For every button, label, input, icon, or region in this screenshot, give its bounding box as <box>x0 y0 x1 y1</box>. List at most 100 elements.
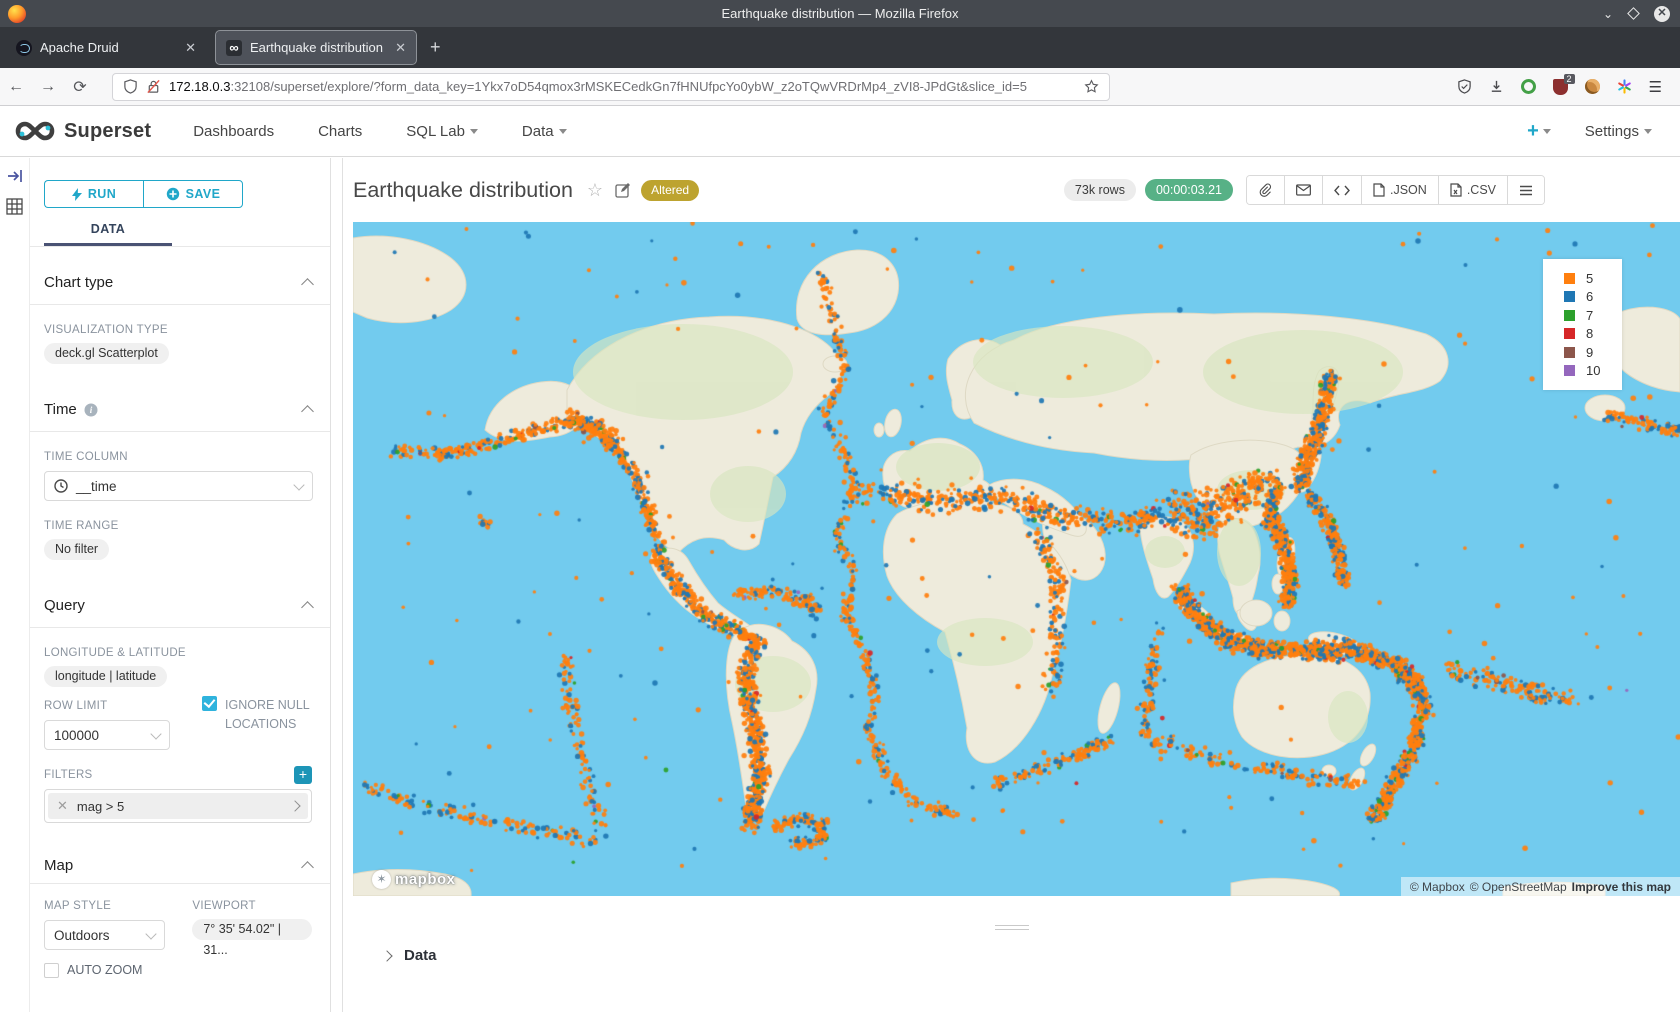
section-map[interactable]: Map <box>44 857 312 874</box>
chevron-down-icon <box>470 129 478 134</box>
map-attrib-mapbox[interactable]: © Mapbox <box>1410 880 1465 894</box>
section-time[interactable]: Time i <box>44 401 312 418</box>
save-button[interactable]: SAVE <box>143 180 243 208</box>
map-style-select[interactable]: Outdoors <box>44 920 165 950</box>
paperclip-icon <box>1258 183 1273 198</box>
filter-control: ✕ mag > 5 <box>44 789 312 823</box>
lonlat-value[interactable]: longitude | latitude <box>44 666 167 687</box>
nav-sql-lab[interactable]: SQL Lab <box>406 123 478 140</box>
explore-control-panel: RUN SAVE DATA Chart type VISUALIZATION T… <box>30 158 331 1012</box>
browser-tab-earthquake-distribution[interactable]: ∞ Earthquake distribution ✕ <box>216 31 416 64</box>
filter-chip[interactable]: ✕ mag > 5 <box>48 793 308 819</box>
nav-charts[interactable]: Charts <box>318 123 362 140</box>
viewport-value[interactable]: 7° 35' 54.02" | 31... <box>192 919 312 940</box>
earthquake-points-layer <box>353 222 1680 896</box>
back-button[interactable]: ← <box>0 78 32 96</box>
legend-item: 7 <box>1564 306 1622 325</box>
envelope-icon <box>1296 184 1311 196</box>
map-attrib-osm[interactable]: © OpenStreetMap <box>1470 880 1567 894</box>
share-link-button[interactable] <box>1247 176 1285 204</box>
embed-code-button[interactable] <box>1323 176 1362 204</box>
browser-toolbar: ← → ⟳ 172.18.0.3:32108/superset/explore/… <box>0 68 1680 106</box>
legend-item: 5 <box>1564 269 1622 288</box>
extension-colorful-icon[interactable] <box>1617 79 1632 94</box>
magnitude-legend: 5 6 7 8 9 <box>1543 259 1622 390</box>
url-bar[interactable]: 172.18.0.3:32108/superset/explore/?form_… <box>112 73 1110 101</box>
ignore-null-checkbox[interactable] <box>202 696 217 711</box>
resize-handle[interactable] <box>995 925 1029 930</box>
browser-tab-bar: Apache Druid ✕ ∞ Earthquake distribution… <box>0 27 1680 68</box>
auto-zoom-label: AUTO ZOOM <box>67 961 142 980</box>
more-options-button[interactable] <box>1508 176 1544 204</box>
filters-label: FILTERS <box>44 769 93 781</box>
run-button[interactable]: RUN <box>44 180 143 208</box>
forward-button[interactable]: → <box>32 78 64 96</box>
extension-ublock-icon[interactable]: 2 <box>1553 79 1568 95</box>
export-json-button[interactable]: .JSON <box>1362 176 1439 204</box>
url-text: 172.18.0.3:32108/superset/explore/?form_… <box>169 79 1076 94</box>
tracking-shield-icon[interactable] <box>123 79 138 94</box>
email-button[interactable] <box>1285 176 1323 204</box>
mapbox-logo[interactable]: ✶ mapbox <box>372 870 456 889</box>
file-x-icon <box>1450 183 1462 197</box>
code-icon <box>1334 185 1350 196</box>
superset-favicon: ∞ <box>226 40 242 56</box>
collapse-panel-icon[interactable] <box>7 168 23 184</box>
window-maximize-icon[interactable] <box>1627 7 1640 20</box>
section-query[interactable]: Query <box>44 597 312 614</box>
improve-map-link[interactable]: Improve this map <box>1572 880 1671 894</box>
data-panel-toggle[interactable]: Data <box>343 947 1680 964</box>
viewport-label: VIEWPORT <box>192 900 312 912</box>
chart-header: Earthquake distribution ☆ Altered 73k ro… <box>343 158 1680 222</box>
insecure-lock-icon[interactable] <box>146 79 161 94</box>
row-limit-select[interactable]: 100000 <box>44 720 170 750</box>
extension-cookie-icon[interactable] <box>1585 79 1600 94</box>
bookmark-star-icon[interactable] <box>1084 79 1099 94</box>
settings-menu[interactable]: Settings <box>1585 123 1652 140</box>
legend-swatch <box>1564 291 1575 302</box>
auto-zoom-checkbox[interactable] <box>44 963 59 978</box>
section-chart-type[interactable]: Chart type <box>44 274 312 291</box>
new-item-button[interactable]: + <box>1527 120 1551 143</box>
superset-navbar: Superset Dashboards Charts SQL Lab Data … <box>0 106 1680 157</box>
tab-close-icon[interactable]: ✕ <box>395 40 406 56</box>
time-range-value[interactable]: No filter <box>44 539 109 560</box>
extension-green-icon[interactable] <box>1521 79 1536 94</box>
mapbox-logo-icon: ✶ <box>372 870 391 889</box>
chevron-up-icon <box>301 861 314 874</box>
deckgl-map[interactable]: 5 6 7 8 9 <box>353 222 1680 896</box>
remove-filter-icon[interactable]: ✕ <box>57 798 68 814</box>
file-icon <box>1373 183 1385 197</box>
window-close-icon[interactable]: ✕ <box>1654 6 1670 22</box>
legend-swatch <box>1564 273 1575 284</box>
menu-hamburger-icon[interactable]: ☰ <box>1649 78 1662 96</box>
time-column-select[interactable]: __time <box>44 471 313 501</box>
chevron-down-icon <box>145 928 156 939</box>
chart-title: Earthquake distribution <box>353 178 573 203</box>
panel-divider[interactable] <box>331 158 343 1012</box>
chart-action-buttons: .JSON .CSV <box>1246 175 1545 205</box>
viz-type-value[interactable]: deck.gl Scatterplot <box>44 343 169 364</box>
add-filter-button[interactable]: + <box>294 766 312 784</box>
pocket-shield-icon[interactable] <box>1457 79 1472 94</box>
edit-properties-icon[interactable] <box>615 182 631 198</box>
nav-data[interactable]: Data <box>522 123 567 140</box>
legend-swatch <box>1564 347 1575 358</box>
left-icon-rail <box>0 158 30 1012</box>
chevron-right-icon <box>381 950 392 961</box>
nav-dashboards[interactable]: Dashboards <box>193 123 274 140</box>
downloads-icon[interactable] <box>1489 79 1504 94</box>
reload-button[interactable]: ⟳ <box>64 77 96 97</box>
window-minimize-icon[interactable]: ⌄ <box>1603 8 1613 20</box>
superset-logo[interactable]: Superset <box>14 119 151 143</box>
browser-tab-apache-druid[interactable]: Apache Druid ✕ <box>6 31 206 64</box>
tab-data[interactable]: DATA <box>44 222 312 246</box>
dataset-grid-icon[interactable] <box>6 198 23 215</box>
export-csv-button[interactable]: .CSV <box>1439 176 1508 204</box>
time-range-label: TIME RANGE <box>44 520 312 532</box>
map-style-label: MAP STYLE <box>44 900 192 912</box>
altered-badge[interactable]: Altered <box>641 180 699 201</box>
favorite-star-icon[interactable]: ☆ <box>587 180 603 201</box>
tab-close-icon[interactable]: ✕ <box>185 40 196 56</box>
new-tab-button[interactable]: + <box>430 37 441 58</box>
